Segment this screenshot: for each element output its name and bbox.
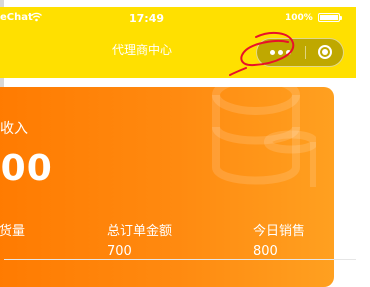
- stat-label-today-sales: 今日销售: [253, 224, 306, 239]
- status-time: 17:49: [129, 12, 165, 25]
- stat-value-order-total: 700: [107, 244, 132, 259]
- top-header: eChat 17:49 100% 代理商中心: [0, 7, 356, 78]
- carrier-name: eChat: [0, 12, 33, 23]
- status-bar: eChat 17:49 100%: [0, 7, 356, 31]
- miniprogram-close-icon[interactable]: [306, 39, 344, 66]
- bottom-divider: [4, 259, 356, 260]
- stat-label-order-total: 总订单金额: [107, 224, 173, 239]
- income-value: .00: [0, 148, 53, 189]
- battery-percent: 100%: [285, 13, 313, 23]
- page-title: 代理商中心: [112, 43, 173, 57]
- coin-stack-icon: [212, 87, 316, 187]
- income-label: 理收入: [0, 121, 28, 137]
- miniprogram-capsule: [256, 38, 344, 67]
- battery-icon: [318, 13, 342, 22]
- stat-value-today-sales: 800: [253, 244, 278, 259]
- stat-label-shipment: 货货量: [0, 224, 26, 239]
- income-card: 理收入 .00 货货量 0 总订单金额 700 今日销售 800: [0, 87, 334, 287]
- more-dots-icon[interactable]: [257, 39, 305, 66]
- wifi-icon: [31, 12, 42, 22]
